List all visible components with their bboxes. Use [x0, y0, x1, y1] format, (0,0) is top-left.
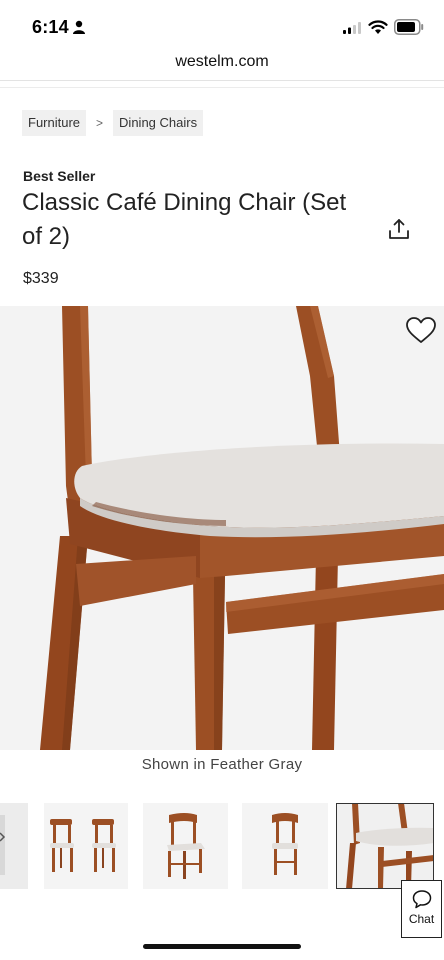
thumbnail-image [44, 803, 128, 889]
breadcrumb-furniture[interactable]: Furniture [22, 110, 87, 136]
product-price: $339 [23, 270, 59, 287]
divider [0, 80, 444, 81]
status-bar: 6:14 [0, 0, 444, 50]
thumbnail-image [143, 803, 228, 889]
signal-icon [343, 22, 361, 34]
product-title: Classic Café Dining Chair (Set of 2) [22, 189, 347, 250]
image-caption: Shown in Feather Gray [141, 756, 303, 773]
chair-closeup-illustration [0, 306, 444, 750]
thumbnail-image [0, 803, 28, 889]
breadcrumb: Furniture > Dining Chairs [22, 110, 204, 136]
best-seller-badge: Best Seller [23, 168, 96, 184]
home-indicator[interactable] [143, 944, 301, 949]
thumbnail-selected[interactable] [336, 803, 434, 889]
person-icon [73, 20, 85, 34]
breadcrumb-separator: > [96, 116, 104, 130]
url-text[interactable]: westelm.com [175, 53, 268, 70]
wifi-icon [368, 20, 388, 34]
chat-button[interactable]: Chat [401, 880, 442, 938]
divider [0, 87, 444, 88]
share-icon[interactable] [387, 217, 411, 241]
heart-icon[interactable] [405, 316, 437, 344]
address-bar[interactable]: westelm.com [0, 50, 444, 80]
chat-bubble-icon [412, 890, 432, 909]
chat-label: Chat [408, 912, 435, 926]
thumbnail-image [336, 803, 434, 889]
thumbnail[interactable] [143, 803, 228, 889]
thumbnail-strip[interactable] [0, 803, 444, 891]
product-image[interactable] [0, 306, 444, 750]
thumbnail[interactable] [44, 803, 128, 889]
thumbnail-image [242, 803, 328, 889]
thumbnail[interactable] [242, 803, 328, 889]
breadcrumb-dining-chairs[interactable]: Dining Chairs [113, 110, 204, 136]
status-time: 6:14 [32, 17, 69, 37]
battery-icon [394, 19, 424, 35]
thumbnail[interactable] [0, 803, 28, 889]
